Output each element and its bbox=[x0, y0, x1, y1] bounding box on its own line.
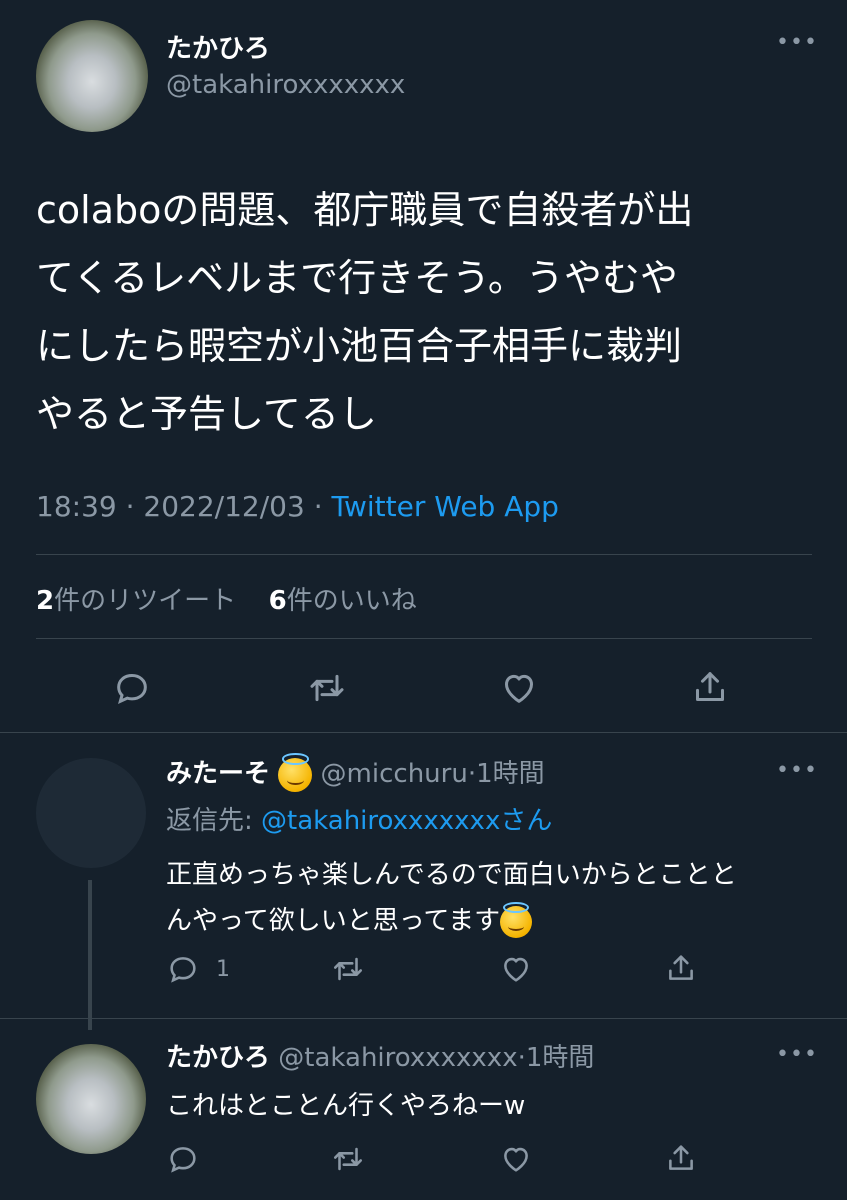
like-stat[interactable]: 6件のいいね bbox=[269, 586, 417, 616]
tweet-text-line: colaboの問題、都庁職員で自殺者が出 bbox=[36, 188, 694, 232]
more-icon[interactable]: ••• bbox=[776, 758, 818, 783]
share-button[interactable] bbox=[690, 666, 730, 708]
tweet-time[interactable]: 18:39 bbox=[36, 490, 117, 523]
retweet-button[interactable] bbox=[330, 1142, 366, 1176]
share-icon bbox=[669, 1145, 693, 1170]
reply-time[interactable]: 1時間 bbox=[526, 1043, 595, 1073]
reply-display-name[interactable]: たかひろ bbox=[166, 1043, 270, 1073]
retweet-button[interactable] bbox=[306, 668, 348, 708]
halo-smile-emoji-icon bbox=[500, 901, 533, 938]
reply-handle[interactable]: @micchuru bbox=[321, 759, 468, 789]
retweet-icon bbox=[333, 1147, 363, 1171]
retweet-icon bbox=[333, 957, 363, 981]
share-icon bbox=[696, 672, 724, 701]
thread-line bbox=[88, 880, 92, 1030]
like-count: 6 bbox=[268, 586, 287, 616]
author-handle[interactable]: @takahiroxxxxxxx bbox=[166, 70, 405, 100]
tweet-text: colaboの問題、都庁職員で自殺者が出 てくるレベルまで行きそう。うやむや に… bbox=[36, 176, 693, 448]
retweet-stat[interactable]: 2件のリツイート bbox=[36, 586, 244, 616]
divider bbox=[0, 732, 847, 733]
share-icon bbox=[669, 955, 693, 980]
like-button[interactable] bbox=[498, 1142, 534, 1176]
retweet-count: 2 bbox=[36, 586, 55, 616]
reply-text-line: 正直めっちゃ楽しんでるので面白いからとことと bbox=[166, 860, 737, 890]
tweet-meta: 18:39 · 2022/12/03 · Twitter Web App bbox=[36, 490, 559, 523]
reply-text-line-with-emoji: んやって欲しいと思ってます bbox=[166, 898, 737, 944]
more-icon[interactable]: ••• bbox=[776, 30, 818, 55]
tweet-date[interactable]: 2022/12/03 bbox=[143, 490, 304, 523]
replying-to: 返信先: @takahiroxxxxxxxさん bbox=[166, 800, 552, 837]
tweet-text-line: やると予告してるし bbox=[36, 392, 377, 436]
replying-to-handle[interactable]: @takahiroxxxxxxx bbox=[261, 806, 500, 836]
author-avatar[interactable] bbox=[36, 20, 148, 132]
meta-separator: · bbox=[125, 490, 135, 523]
tweet-stats: 2件のリツイート 6件のいいね bbox=[36, 580, 417, 617]
reply-header: みたーそ @micchuru·1時間 bbox=[166, 753, 545, 792]
reply-icon bbox=[117, 673, 147, 705]
divider bbox=[36, 638, 812, 639]
reply-time[interactable]: 1時間 bbox=[476, 759, 545, 789]
heart-icon bbox=[504, 957, 528, 982]
like-label: 件のいいね bbox=[286, 586, 417, 616]
reply-display-name[interactable]: みたーそ bbox=[166, 759, 270, 789]
divider bbox=[0, 1018, 847, 1019]
reply-icon bbox=[170, 957, 196, 983]
reply-text: これはとことん行くやろねーw bbox=[166, 1091, 526, 1121]
meta-separator: · bbox=[313, 490, 323, 523]
tweet-source-link[interactable]: Twitter Web App bbox=[332, 490, 559, 523]
reply-count: 1 bbox=[216, 956, 230, 982]
author-display-name[interactable]: たかひろ bbox=[166, 28, 270, 65]
tweet-text-line: てくるレベルまで行きそう。うやむや bbox=[36, 256, 678, 300]
replying-to-suffix: さん bbox=[500, 806, 553, 836]
tweet-thread: たかひろ @takahiroxxxxxxx ••• colaboの問題、都庁職員… bbox=[0, 0, 847, 1200]
reply-handle[interactable]: @takahiroxxxxxxx bbox=[278, 1043, 517, 1073]
replying-to-label: 返信先: bbox=[166, 806, 253, 836]
reply-button[interactable]: 1 bbox=[166, 952, 230, 986]
reply-header: たかひろ @takahiroxxxxxxx·1時間 bbox=[166, 1040, 594, 1076]
reply-button[interactable] bbox=[112, 668, 152, 708]
reply-text-line: んやって欲しいと思ってます bbox=[166, 906, 501, 936]
reply-button[interactable] bbox=[166, 1142, 200, 1176]
share-button[interactable] bbox=[664, 950, 698, 986]
divider bbox=[36, 554, 812, 555]
halo-smile-emoji-icon bbox=[278, 753, 313, 792]
reply-icon bbox=[170, 1147, 196, 1173]
like-button[interactable] bbox=[498, 668, 540, 708]
retweet-button[interactable] bbox=[330, 952, 366, 986]
heart-icon bbox=[504, 1147, 528, 1172]
like-button[interactable] bbox=[498, 952, 534, 986]
reply-avatar[interactable] bbox=[36, 1044, 146, 1154]
heart-icon bbox=[505, 674, 533, 703]
meta-separator: · bbox=[467, 759, 477, 789]
reply-avatar[interactable] bbox=[36, 758, 146, 868]
share-button[interactable] bbox=[664, 1140, 698, 1176]
retweet-icon bbox=[310, 674, 344, 702]
tweet-text-line: にしたら暇空が小池百合子相手に裁判 bbox=[36, 324, 683, 368]
more-icon[interactable]: ••• bbox=[776, 1042, 818, 1067]
meta-separator: · bbox=[517, 1043, 526, 1073]
reply-text: 正直めっちゃ楽しんでるので面白いからとことと んやって欲しいと思ってます bbox=[166, 852, 737, 944]
retweet-label: 件のリツイート bbox=[54, 586, 237, 616]
